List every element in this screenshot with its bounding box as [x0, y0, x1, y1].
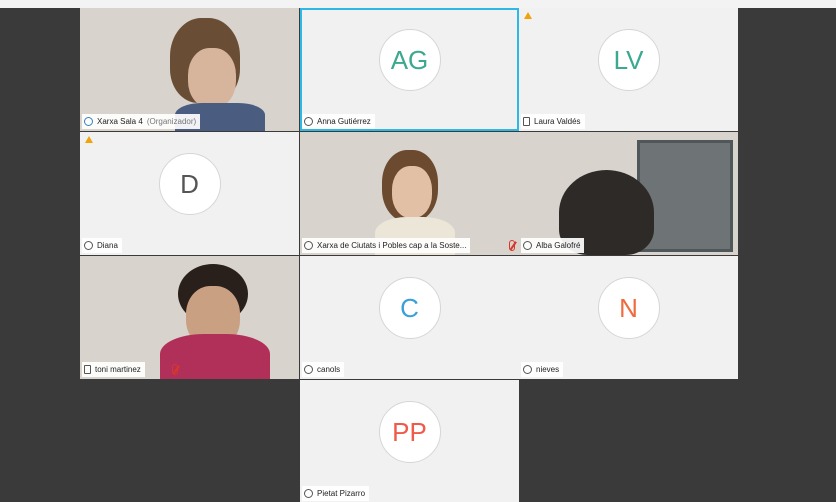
mic-muted-icon — [509, 240, 515, 251]
participant-name: Xarxa Sala 4 — [97, 117, 143, 126]
participant-name-bar: toni martinez — [82, 362, 145, 377]
phone-icon — [84, 365, 91, 374]
participant-name-bar: Xarxa de Ciutats i Pobles cap a la Soste… — [302, 238, 471, 253]
mic-muted-icon — [172, 364, 178, 375]
participant-tile-xarxa-ciutats[interactable]: Xarxa de Ciutats i Pobles cap a la Soste… — [300, 132, 519, 255]
participant-name-bar: canols — [302, 362, 345, 377]
video-face — [188, 48, 236, 108]
window-top-bar — [0, 0, 836, 8]
participant-name: Diana — [97, 241, 118, 250]
avatar: LV — [597, 29, 660, 91]
status-icon — [304, 241, 313, 250]
status-icon — [304, 365, 313, 374]
avatar: N — [597, 277, 660, 339]
participant-tile-xarxa-sala-4[interactable]: Xarxa Sala 4 (Organizador) — [80, 8, 299, 131]
participant-tile-toni-martinez[interactable]: toni martinez — [80, 256, 299, 379]
warning-icon — [85, 136, 93, 143]
participant-name: canols — [317, 365, 341, 374]
participant-tile-diana[interactable]: D Diana — [80, 132, 299, 255]
avatar: D — [158, 153, 221, 215]
avatar: AG — [378, 29, 441, 91]
status-icon — [304, 117, 313, 126]
participant-tile-nieves[interactable]: N nieves — [519, 256, 738, 379]
participant-name-bar: Xarxa Sala 4 (Organizador) — [82, 114, 201, 129]
status-icon — [304, 489, 313, 498]
participant-name-bar: Laura Valdés — [521, 114, 585, 129]
participant-role: (Organizador) — [146, 117, 197, 126]
participant-name-bar: Diana — [82, 238, 122, 253]
participant-tile-alba-galofre[interactable]: Alba Galofré — [519, 132, 738, 255]
participant-tile-canols[interactable]: C canols — [300, 256, 519, 379]
video-grid: Xarxa Sala 4 (Organizador) AG Anna Gutié… — [80, 8, 738, 502]
participant-name-bar: Pietat Pizarro — [302, 486, 370, 501]
participant-name: nieves — [536, 365, 560, 374]
avatar: C — [378, 277, 441, 339]
participant-name: Anna Gutiérrez — [317, 117, 371, 126]
status-icon — [523, 241, 532, 250]
participant-name-bar: nieves — [521, 362, 564, 377]
participant-tile-anna-gutierrez[interactable]: AG Anna Gutiérrez — [300, 8, 519, 131]
status-icon — [523, 365, 532, 374]
participant-name: Pietat Pizarro — [317, 489, 366, 498]
participant-name-bar: Alba Galofré — [521, 238, 585, 253]
people-icon — [84, 117, 93, 126]
participant-name: Alba Galofré — [536, 241, 581, 250]
participant-name-bar: Anna Gutiérrez — [302, 114, 375, 129]
phone-icon — [523, 117, 530, 126]
participant-tile-laura-valdes[interactable]: LV Laura Valdés — [519, 8, 738, 131]
status-icon — [84, 241, 93, 250]
avatar: PP — [378, 401, 441, 463]
participant-name: toni martinez — [95, 365, 141, 374]
participant-name: Laura Valdés — [534, 117, 581, 126]
video-face — [392, 166, 432, 218]
participant-name: Xarxa de Ciutats i Pobles cap a la Soste… — [317, 241, 467, 250]
warning-icon — [524, 12, 532, 19]
participant-tile-pietat-pizarro[interactable]: PP Pietat Pizarro — [300, 380, 519, 502]
